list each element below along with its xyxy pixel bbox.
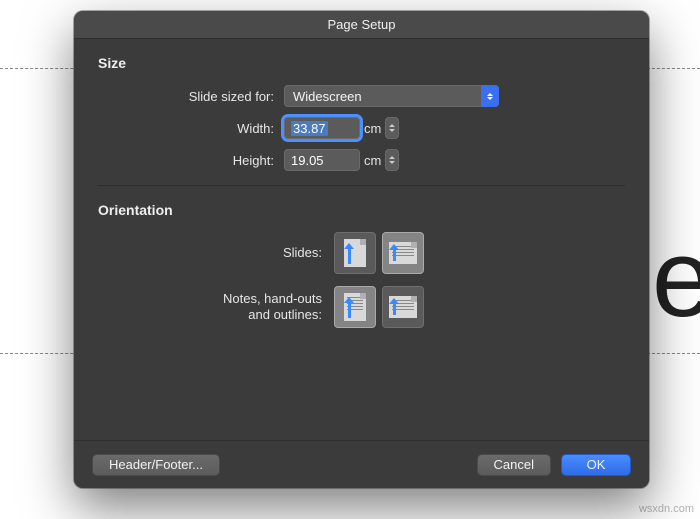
orientation-heading: Orientation xyxy=(98,202,625,218)
slide-sized-for-value: Widescreen xyxy=(293,89,362,104)
slides-orientation-label: Slides: xyxy=(98,245,334,261)
slides-landscape-button[interactable] xyxy=(382,232,424,274)
cancel-button[interactable]: Cancel xyxy=(477,454,551,476)
width-label: Width: xyxy=(98,121,284,136)
slide-sized-for-select[interactable]: Widescreen xyxy=(284,85,499,107)
dialog-footer: Header/Footer... Cancel OK xyxy=(74,440,649,488)
height-stepper[interactable] xyxy=(385,149,399,171)
height-label: Height: xyxy=(98,153,284,168)
notes-orientation-label: Notes, hand-outs and outlines: xyxy=(98,291,334,324)
landscape-page-icon xyxy=(389,296,417,318)
dialog-titlebar: Page Setup xyxy=(74,11,649,39)
dialog-title: Page Setup xyxy=(328,17,396,32)
slide-sized-for-label: Slide sized for: xyxy=(98,89,284,104)
slide-sized-for-row: Slide sized for: Widescreen xyxy=(98,85,625,107)
width-unit: cm xyxy=(364,121,381,136)
portrait-page-icon xyxy=(344,239,366,267)
slides-portrait-button[interactable] xyxy=(334,232,376,274)
updown-icon xyxy=(481,85,499,107)
width-input[interactable]: 33.87 xyxy=(284,117,360,139)
slides-orientation-row: Slides: xyxy=(98,232,625,274)
height-row: Height: 19.05 cm xyxy=(98,149,625,171)
portrait-page-icon xyxy=(344,293,366,321)
width-value: 33.87 xyxy=(291,121,328,136)
page-setup-dialog: Page Setup Size Slide sized for: Widescr… xyxy=(74,11,649,488)
section-divider xyxy=(98,185,625,186)
width-row: Width: 33.87 cm xyxy=(98,117,625,139)
ok-button[interactable]: OK xyxy=(561,454,631,476)
watermark-text: wsxdn.com xyxy=(639,503,694,515)
size-heading: Size xyxy=(98,55,625,71)
notes-portrait-button[interactable] xyxy=(334,286,376,328)
height-value: 19.05 xyxy=(291,153,324,168)
notes-orientation-row: Notes, hand-outs and outlines: xyxy=(98,286,625,328)
height-unit: cm xyxy=(364,153,381,168)
landscape-page-icon xyxy=(389,242,417,264)
notes-landscape-button[interactable] xyxy=(382,286,424,328)
header-footer-button[interactable]: Header/Footer... xyxy=(92,454,220,476)
dialog-content: Size Slide sized for: Widescreen Width: … xyxy=(74,39,649,440)
height-input[interactable]: 19.05 xyxy=(284,149,360,171)
width-stepper[interactable] xyxy=(385,117,399,139)
